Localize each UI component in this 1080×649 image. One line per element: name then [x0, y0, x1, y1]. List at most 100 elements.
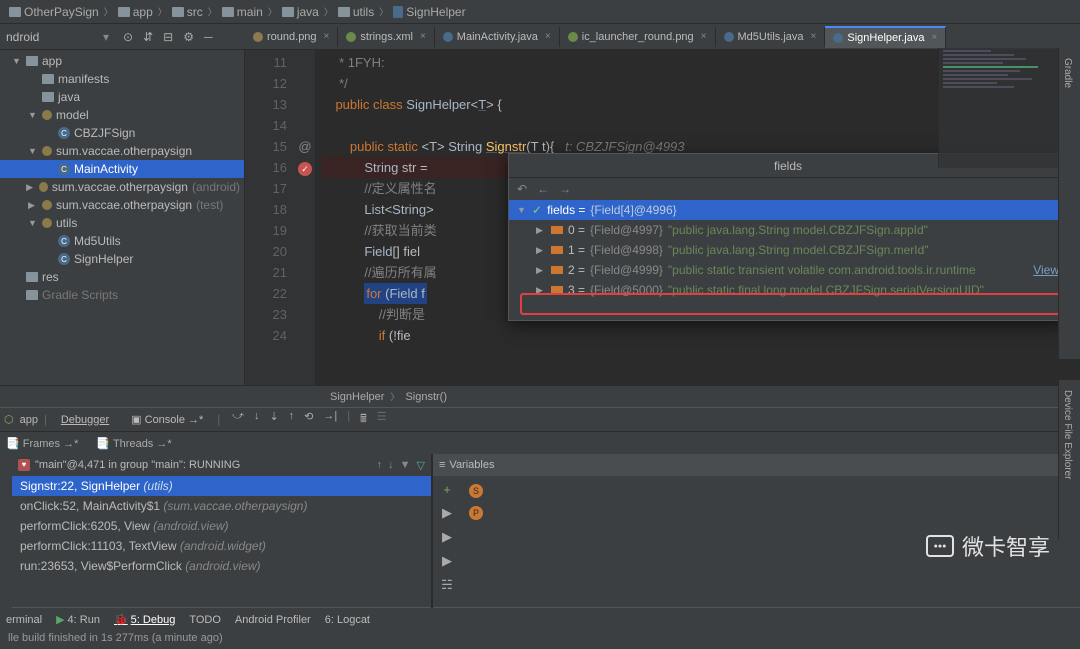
project-selector[interactable]: ndroid▾: [0, 24, 115, 49]
force-step-icon[interactable]: ⇣: [269, 410, 278, 429]
minimap[interactable]: [938, 48, 1058, 168]
bottom-item[interactable]: Android Profiler: [235, 614, 311, 626]
editor-tab[interactable]: Md5Utils.java×: [716, 27, 826, 47]
drop-frame-icon[interactable]: ⟲: [304, 410, 313, 429]
tree-item[interactable]: ▶sum.vaccae.otherpaysign (android): [0, 178, 244, 196]
breadcrumb-item[interactable]: main: [217, 5, 268, 19]
breadcrumb-item[interactable]: java: [277, 5, 324, 19]
caret-icon[interactable]: ▶: [26, 182, 35, 193]
bottom-item[interactable]: 🐞5: Debug: [114, 613, 175, 626]
tree-item[interactable]: manifests: [0, 70, 244, 88]
editor-tab[interactable]: MainActivity.java×: [435, 27, 560, 47]
close-icon[interactable]: ×: [545, 31, 551, 42]
hide-icon[interactable]: ─: [204, 30, 213, 44]
bottom-item[interactable]: 6: Logcat: [325, 614, 370, 626]
step-out-icon[interactable]: ↑: [289, 410, 295, 429]
collapse-icon[interactable]: ⊟: [163, 30, 173, 44]
right-side-panel-2[interactable]: Device File Explorer: [1058, 380, 1080, 540]
popup-back-icon[interactable]: ↶: [517, 182, 527, 196]
close-icon[interactable]: ×: [811, 31, 817, 42]
vars-icon: ≡: [439, 459, 445, 471]
stack-frame[interactable]: onClick:52, MainActivity$1 (sum.vaccae.o…: [12, 496, 431, 516]
tree-item[interactable]: ▼sum.vaccae.otherpaysign: [0, 142, 244, 160]
debug-target[interactable]: app: [20, 414, 38, 426]
top-row: ndroid▾ ⊙ ⇵ ⊟ ⚙ ─ round.png×strings.xml×…: [0, 24, 1080, 50]
step-over-icon[interactable]: ⤻: [232, 410, 244, 429]
tree-item[interactable]: ▼app: [0, 52, 244, 70]
console-tab[interactable]: ▣ Console →*: [123, 410, 211, 429]
run-to-cursor-icon[interactable]: →|: [323, 410, 337, 429]
stack-frame[interactable]: performClick:6205, View (android.view): [12, 516, 431, 536]
caret-icon[interactable]: ▼: [28, 110, 38, 120]
right-side-panel[interactable]: Gradle: [1058, 48, 1080, 359]
frames-list[interactable]: Signstr:22, SignHelper (utils)onClick:52…: [12, 476, 431, 608]
var-item[interactable]: ▶ 2 = {Field@4999} "public static transi…: [509, 260, 1067, 280]
tree-item[interactable]: java: [0, 88, 244, 106]
view-icon[interactable]: ☵: [441, 577, 453, 593]
close-icon[interactable]: ×: [420, 31, 426, 42]
tree-item[interactable]: CSignHelper: [0, 250, 244, 268]
variables-popup[interactable]: fields ↶ ← → ▼ ✓ fields = {Field[4]@4996…: [508, 153, 1068, 321]
close-icon[interactable]: ×: [701, 31, 707, 42]
prev-frame-icon[interactable]: ↑: [377, 459, 383, 472]
stack-frame[interactable]: run:23653, View$PerformClick (android.vi…: [12, 556, 431, 576]
add-icon[interactable]: +: [443, 482, 451, 497]
caret-icon[interactable]: ▼: [28, 146, 38, 156]
popup-list[interactable]: ▼ ✓ fields = {Field[4]@4996}▶ 0 = {Field…: [509, 200, 1067, 300]
bottom-item[interactable]: ▶4: Run: [56, 613, 100, 626]
popup-right-icon[interactable]: →: [559, 182, 571, 196]
stack-frame[interactable]: performClick:11103, TextView (android.wi…: [12, 536, 431, 556]
sync-icon[interactable]: ⊙: [123, 30, 133, 44]
close-icon[interactable]: ×: [931, 32, 937, 43]
close-icon[interactable]: ×: [324, 31, 330, 42]
device-explorer-tab[interactable]: Device File Explorer: [1059, 380, 1076, 489]
var-item[interactable]: ▶ 0 = {Field@4997} "public java.lang.Str…: [509, 220, 1067, 240]
step-into-icon[interactable]: ↓: [254, 410, 260, 429]
tree-item[interactable]: CMd5Utils: [0, 232, 244, 250]
project-tree[interactable]: ▼appmanifestsjava▼modelCCBZJFSign▼sum.va…: [0, 50, 245, 385]
expand-icon[interactable]: ⇵: [143, 30, 153, 44]
breadcrumb-item[interactable]: utils: [333, 5, 379, 19]
tree-item[interactable]: CMainActivity: [0, 160, 244, 178]
bottom-item[interactable]: erminal: [6, 614, 42, 626]
breadcrumb-item[interactable]: src: [167, 5, 208, 19]
gradle-tab[interactable]: Gradle: [1059, 48, 1076, 98]
debugger-tab[interactable]: Debugger: [53, 411, 117, 429]
popup-left-icon[interactable]: ←: [537, 182, 549, 196]
var-item[interactable]: ▶ 1 = {Field@4998} "public java.lang.Str…: [509, 240, 1067, 260]
editor-tab[interactable]: ic_launcher_round.png×: [560, 27, 716, 47]
bottom-item[interactable]: TODO: [189, 614, 221, 626]
caret-icon[interactable]: ▼: [28, 218, 38, 228]
thread-name[interactable]: "main"@4,471 in group "main": RUNNING: [35, 459, 240, 471]
breadcrumb-item[interactable]: app: [113, 5, 158, 19]
threads-label[interactable]: 📑 Threads →*: [96, 437, 171, 450]
editor-tab[interactable]: SignHelper.java×: [825, 26, 946, 48]
debug-target-icon[interactable]: ⬡: [4, 413, 14, 426]
breadcrumb-item[interactable]: SignHelper: [388, 5, 470, 19]
pause-icon[interactable]: ▶: [442, 529, 452, 545]
watch-icon[interactable]: ☰: [377, 410, 387, 429]
resume-icon[interactable]: ▶: [442, 505, 452, 521]
next-frame-icon[interactable]: ↓: [388, 459, 394, 472]
funnel-icon[interactable]: ▽: [417, 459, 425, 472]
gear-icon[interactable]: ⚙: [183, 30, 194, 44]
tree-item[interactable]: CCBZJFSign: [0, 124, 244, 142]
filter-icon[interactable]: ▼: [400, 459, 411, 472]
code-breadcrumb[interactable]: SignHelper〉Signstr(): [0, 385, 1080, 407]
evaluate-icon[interactable]: 🖩: [360, 410, 367, 429]
stop-icon[interactable]: ▶: [442, 553, 452, 569]
breadcrumb-item[interactable]: OtherPaySign: [4, 5, 104, 19]
tree-item[interactable]: Gradle Scripts: [0, 286, 244, 304]
tree-item[interactable]: ▼model: [0, 106, 244, 124]
var-root[interactable]: ▼ ✓ fields = {Field[4]@4996}: [509, 200, 1067, 220]
tree-item[interactable]: ▼utils: [0, 214, 244, 232]
tree-item[interactable]: ▶sum.vaccae.otherpaysign (test): [0, 196, 244, 214]
editor-tab[interactable]: round.png×: [245, 27, 338, 47]
editor-tab[interactable]: strings.xml×: [338, 27, 434, 47]
folder-icon: [118, 7, 130, 17]
var-item[interactable]: ▶ 3 = {Field@5000} "public static final …: [509, 280, 1067, 300]
stack-frame[interactable]: Signstr:22, SignHelper (utils): [12, 476, 431, 496]
caret-icon[interactable]: ▶: [28, 200, 38, 211]
caret-icon[interactable]: ▼: [12, 56, 22, 66]
tree-item[interactable]: res: [0, 268, 244, 286]
